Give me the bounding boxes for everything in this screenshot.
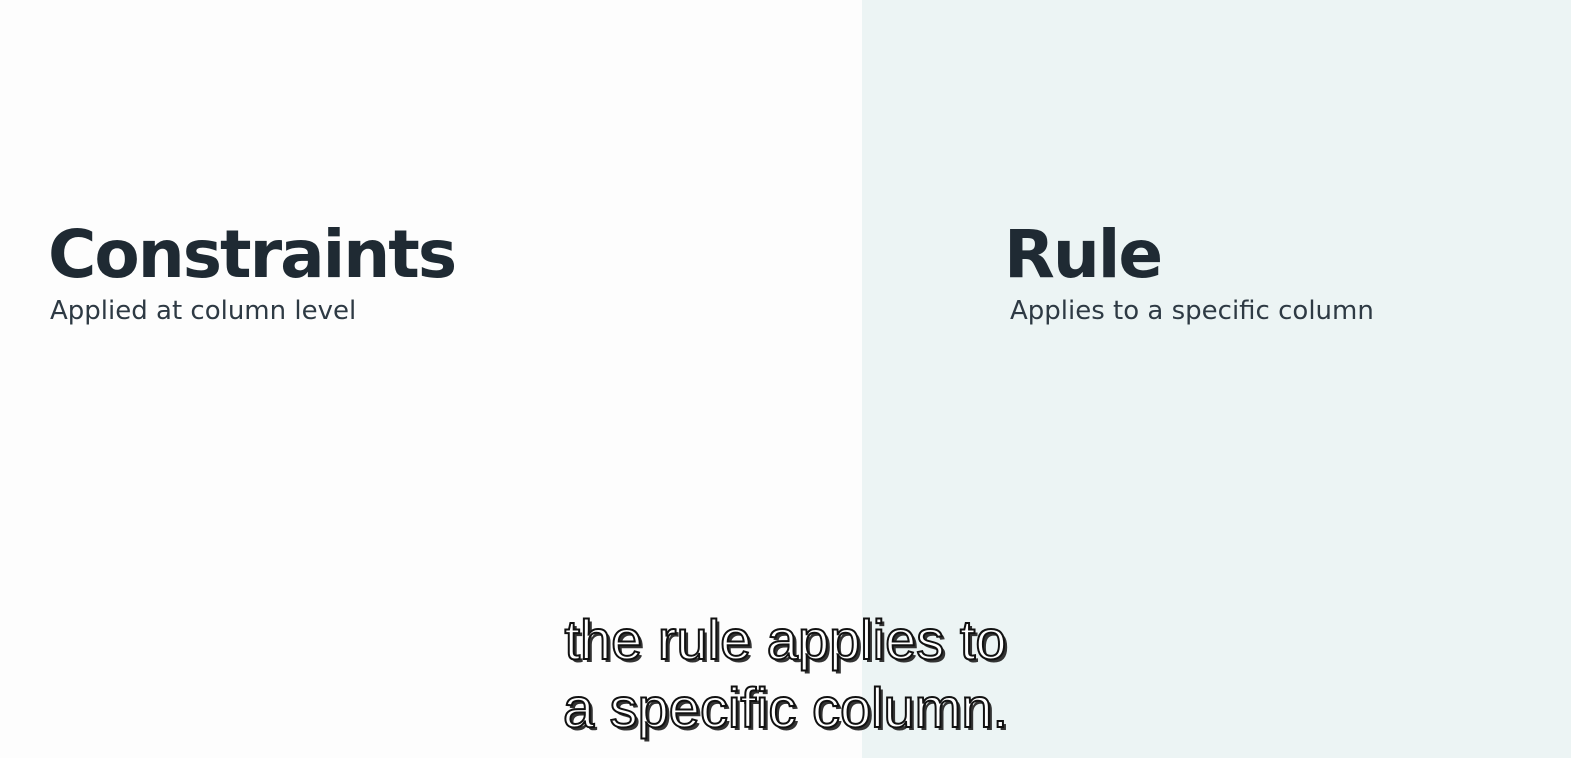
caption-line-2: a specific column. bbox=[562, 675, 1009, 740]
constraints-title: Constraints bbox=[48, 216, 457, 293]
rule-subtitle: Applies to a specific column bbox=[1010, 296, 1374, 326]
caption-line-1: the rule applies to bbox=[563, 607, 1007, 672]
constraints-subtitle: Applied at column level bbox=[50, 296, 357, 326]
subtitle-caption: the rule applies to a specific column. bbox=[0, 606, 1571, 742]
rule-title: Rule bbox=[1004, 216, 1163, 293]
